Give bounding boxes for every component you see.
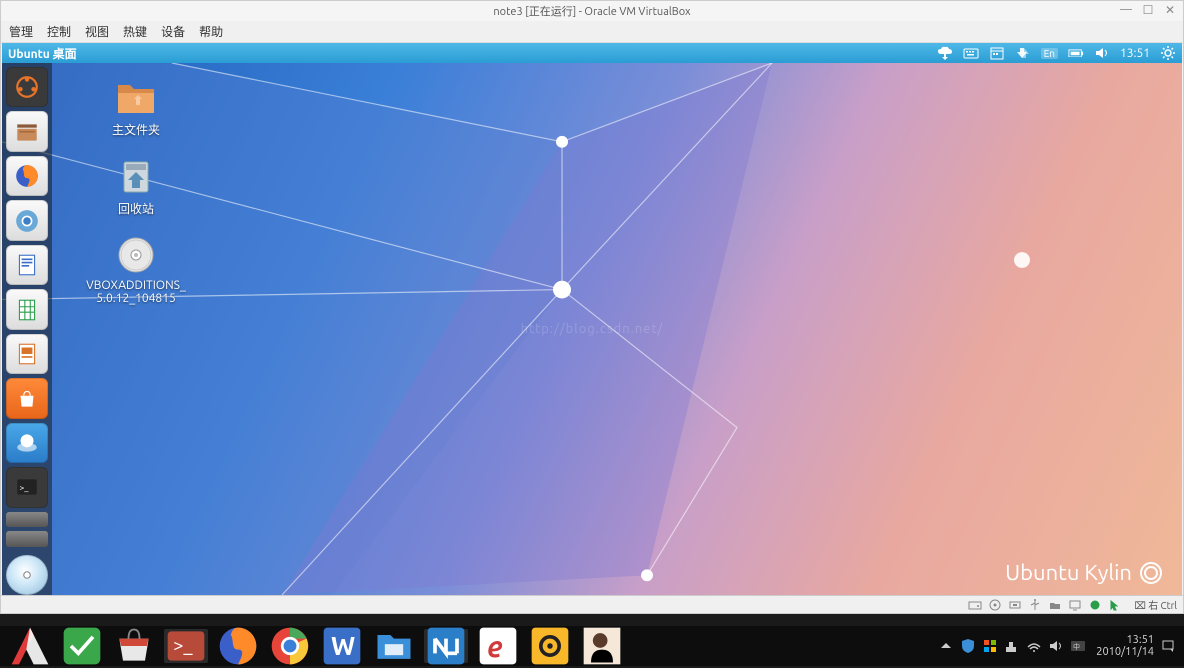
desktop-icons: 主文件夹 回收站 VBOXADDITIONS_5.0.12_104815 bbox=[76, 77, 196, 305]
host-tray-volume-icon[interactable] bbox=[1048, 638, 1064, 654]
vbox-maximize-button[interactable]: ☐ bbox=[1141, 3, 1155, 17]
launcher-overflow-2[interactable] bbox=[6, 531, 48, 546]
desktop-icon-label: 回收站 bbox=[118, 200, 154, 217]
launcher-display[interactable] bbox=[6, 423, 48, 463]
vbox-menu-help[interactable]: 帮助 bbox=[199, 23, 223, 40]
vbox-menubar: 管理 控制 视图 热键 设备 帮助 bbox=[1, 21, 1183, 43]
host-tray-notification-icon[interactable] bbox=[1160, 638, 1176, 654]
guest-viewport: Ubuntu 桌面 En 13:51 bbox=[2, 43, 1182, 595]
cloud-download-icon[interactable] bbox=[937, 46, 953, 60]
gear-icon[interactable] bbox=[1160, 46, 1176, 60]
host-start-button[interactable] bbox=[8, 629, 52, 663]
host-tray-up-icon[interactable] bbox=[938, 638, 954, 654]
vbox-menu-hotkeys[interactable]: 热键 bbox=[123, 23, 147, 40]
folder-icon bbox=[114, 77, 158, 117]
ubuntu-desktop[interactable]: http://blog.csdn.net/ >_ bbox=[2, 63, 1182, 595]
svg-text:W: W bbox=[331, 631, 355, 660]
vbox-status-cd-icon[interactable] bbox=[988, 599, 1002, 611]
ubuntu-topbar: Ubuntu 桌面 En 13:51 bbox=[2, 43, 1182, 63]
host-app-firefox[interactable] bbox=[216, 629, 260, 663]
host-app-store[interactable] bbox=[112, 629, 156, 663]
host-tray-net-icon[interactable] bbox=[1004, 638, 1020, 654]
launcher-calc[interactable] bbox=[6, 289, 48, 329]
svg-text:e: e bbox=[487, 630, 503, 663]
svg-text:>_: >_ bbox=[19, 483, 29, 493]
vbox-status-hdd-icon[interactable] bbox=[968, 599, 982, 611]
host-app-virtualbox[interactable] bbox=[424, 629, 468, 663]
host-app-avatar[interactable] bbox=[580, 629, 624, 663]
vbox-hostkey: ⌧ 右 Ctrl bbox=[1134, 597, 1177, 612]
vbox-status-mouse-icon[interactable] bbox=[1108, 599, 1122, 611]
launcher-dash[interactable] bbox=[6, 67, 48, 107]
host-systray: 中 13:51 2010/11/14 bbox=[938, 634, 1176, 658]
launcher-software[interactable] bbox=[6, 378, 48, 418]
svg-text:中: 中 bbox=[1073, 642, 1080, 651]
launcher-overflow-1[interactable] bbox=[6, 512, 48, 527]
host-clock[interactable]: 13:51 2010/11/14 bbox=[1096, 634, 1154, 658]
vbox-statusbar: ⌧ 右 Ctrl bbox=[1, 595, 1183, 613]
vbox-close-button[interactable]: ✕ bbox=[1163, 3, 1177, 17]
launcher-disc[interactable] bbox=[6, 555, 48, 595]
disc-icon bbox=[114, 235, 158, 275]
trash-icon bbox=[114, 156, 158, 196]
host-app-terminal[interactable]: >_ bbox=[164, 629, 208, 663]
desktop-icon-label: VBOXADDITIONS_5.0.12_104815 bbox=[86, 279, 186, 305]
host-time: 13:51 bbox=[1096, 634, 1154, 646]
ubuntu-topbar-title: Ubuntu 桌面 bbox=[8, 45, 77, 62]
vbox-status-usb-icon[interactable] bbox=[1028, 599, 1042, 611]
desktop-icon-trash[interactable]: 回收站 bbox=[76, 156, 196, 217]
desktop-icon-additions[interactable]: VBOXADDITIONS_5.0.12_104815 bbox=[76, 235, 196, 305]
language-indicator[interactable]: En bbox=[1041, 48, 1058, 59]
launcher-impress[interactable] bbox=[6, 334, 48, 374]
desktop-icon-home[interactable]: 主文件夹 bbox=[76, 77, 196, 138]
ubuntu-logo-icon bbox=[1140, 562, 1162, 584]
launcher-writer[interactable] bbox=[6, 245, 48, 285]
launcher-files[interactable] bbox=[6, 111, 48, 151]
host-app-media[interactable] bbox=[528, 629, 572, 663]
vbox-minimize-button[interactable]: — bbox=[1119, 3, 1133, 17]
host-app-green[interactable] bbox=[60, 629, 104, 663]
host-tray-lang-icon[interactable]: 中 bbox=[1070, 638, 1086, 654]
host-app-chrome[interactable] bbox=[268, 629, 312, 663]
unity-launcher: >_ bbox=[2, 63, 52, 595]
vbox-status-record-icon[interactable] bbox=[1088, 599, 1102, 611]
vbox-menu-devices[interactable]: 设备 bbox=[161, 23, 185, 40]
keyboard-icon[interactable] bbox=[963, 46, 979, 60]
ubuntu-clock[interactable]: 13:51 bbox=[1120, 47, 1150, 60]
ubuntu-brand: Ubuntu Kylin bbox=[1005, 560, 1162, 585]
vbox-menu-view[interactable]: 视图 bbox=[85, 23, 109, 40]
virtualbox-window: note3 [正在运行] - Oracle VM VirtualBox — ☐ … bbox=[0, 0, 1184, 614]
launcher-chromium[interactable] bbox=[6, 200, 48, 240]
vbox-menu-control[interactable]: 控制 bbox=[47, 23, 71, 40]
launcher-firefox[interactable] bbox=[6, 156, 48, 196]
vbox-status-shared-icon[interactable] bbox=[1048, 599, 1062, 611]
host-tray-shield-icon[interactable] bbox=[960, 638, 976, 654]
vbox-status-display-icon[interactable] bbox=[1068, 599, 1082, 611]
host-app-wps[interactable]: W bbox=[320, 629, 364, 663]
host-app-red-e[interactable]: e bbox=[476, 629, 520, 663]
brand-text: Ubuntu Kylin bbox=[1005, 560, 1132, 585]
battery-icon[interactable] bbox=[1068, 46, 1084, 60]
vbox-title: note3 [正在运行] - Oracle VM VirtualBox bbox=[493, 3, 690, 19]
host-app-files[interactable] bbox=[372, 629, 416, 663]
host-tray-flag-icon[interactable] bbox=[982, 638, 998, 654]
vbox-status-net-icon[interactable] bbox=[1008, 599, 1022, 611]
vbox-menu-manage[interactable]: 管理 bbox=[9, 23, 33, 40]
host-taskbar: >_ W e 中 13:51 2010/11/14 bbox=[0, 626, 1184, 666]
vbox-titlebar[interactable]: note3 [正在运行] - Oracle VM VirtualBox — ☐ … bbox=[1, 1, 1183, 21]
volume-icon[interactable] bbox=[1094, 46, 1110, 60]
host-tray-wifi-icon[interactable] bbox=[1026, 638, 1042, 654]
launcher-terminal[interactable]: >_ bbox=[6, 467, 48, 507]
calendar-icon[interactable] bbox=[989, 46, 1005, 60]
host-date: 2010/11/14 bbox=[1096, 646, 1154, 658]
network-icon[interactable] bbox=[1015, 46, 1031, 60]
desktop-icon-label: 主文件夹 bbox=[112, 121, 160, 138]
watermark-text: http://blog.csdn.net/ bbox=[521, 322, 664, 336]
svg-text:>_: >_ bbox=[173, 636, 193, 656]
